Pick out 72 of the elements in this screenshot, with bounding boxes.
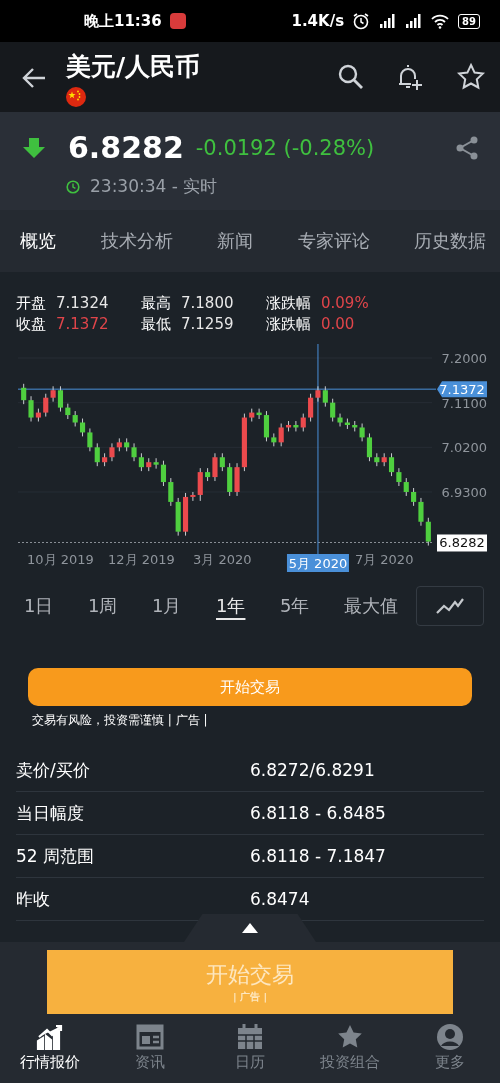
period-tab[interactable]: 1日 xyxy=(24,590,88,622)
axis-label: 7.2000 xyxy=(441,351,487,366)
stat-label: 涨跌幅 xyxy=(266,315,311,334)
tab[interactable]: 专家评论 xyxy=(295,221,372,261)
axis-label: 7月 2020 xyxy=(354,552,414,567)
period-tab[interactable]: 1周 xyxy=(88,590,152,622)
caret-up-icon xyxy=(242,923,258,933)
period-tab[interactable]: 1年 xyxy=(216,590,280,622)
star-icon[interactable] xyxy=(456,62,486,92)
axis-label: 6.9300 xyxy=(441,484,487,500)
chart-icon xyxy=(36,1023,64,1051)
stat-value: 7.1259 xyxy=(181,315,234,334)
stat-label: 昨收 xyxy=(16,887,51,911)
clock-icon xyxy=(66,179,80,194)
price-change: -0.0192 (-0.28%) xyxy=(195,135,375,160)
nav-tab[interactable]: 日历 xyxy=(200,1022,300,1073)
stat-value: 6.8272/6.8291 xyxy=(250,760,375,780)
axis-label: 12月 2019 xyxy=(108,552,175,567)
period-tab[interactable]: 1月 xyxy=(152,590,216,622)
axis-label: 7.1100 xyxy=(441,395,487,411)
signal-icon xyxy=(378,12,397,30)
stat-label: 卖价/买价 xyxy=(16,758,91,782)
disclaimer: 交易有风险，投资需谨慎 | 广告 | xyxy=(32,712,209,729)
period-tab[interactable]: 最大值 xyxy=(344,590,408,622)
news-icon xyxy=(136,1023,164,1051)
date-tag: 5月 2020 xyxy=(286,554,349,572)
tab[interactable]: 新闻 xyxy=(215,221,255,261)
stat-value: 0.09% xyxy=(321,294,369,313)
stat-value: 6.8118 - 6.8485 xyxy=(250,803,386,823)
stat-label: 开盘 xyxy=(16,294,46,313)
axis-label: 10月 2019 xyxy=(27,552,94,567)
stat-label: 涨跌幅 xyxy=(266,294,311,313)
profile-icon xyxy=(436,1023,464,1051)
stat-value: 7.1324 xyxy=(56,294,109,313)
app-icon xyxy=(169,13,186,29)
stat-value: 6.8474 xyxy=(250,889,310,909)
clock-time: 晚上11:36 xyxy=(84,11,162,31)
stat-value: 7.1800 xyxy=(181,294,234,313)
line-chart-icon xyxy=(435,596,465,616)
nav-tab[interactable]: 资讯 xyxy=(100,1022,200,1073)
network-speed: 1.4K/s xyxy=(291,12,345,30)
calendar-icon xyxy=(236,1023,264,1051)
price-tag: 6.8282 xyxy=(437,534,487,552)
stat-value: 0.00 xyxy=(321,315,355,334)
price-value: 6.8282 xyxy=(68,130,184,165)
wifi-icon xyxy=(430,12,451,30)
quote-time: 23:30:34 - 实时 xyxy=(90,175,218,198)
signal-icon xyxy=(404,12,423,30)
nav-tab[interactable]: 行情报价 xyxy=(0,1022,100,1073)
alarm-icon xyxy=(352,12,371,30)
tab[interactable]: 历史数据 xyxy=(412,221,488,261)
tab[interactable]: 技术分析 xyxy=(98,221,175,261)
axis-label: 3月 2020 xyxy=(193,552,252,567)
nav-tab[interactable]: 更多 xyxy=(400,1022,500,1073)
stat-value: 6.8118 - 7.1847 xyxy=(250,846,386,866)
battery-level: 89 xyxy=(458,13,480,29)
ad-title: 开始交易 xyxy=(206,961,294,989)
stat-label: 最高 xyxy=(141,294,171,313)
stat-label: 收盘 xyxy=(16,315,46,334)
flag-icon xyxy=(66,87,86,107)
share-icon[interactable] xyxy=(454,134,480,161)
period-tab[interactable]: 5年 xyxy=(280,590,344,622)
price-tag: 7.1372 xyxy=(437,381,487,398)
stat-value: 7.1372 xyxy=(56,315,109,334)
chart-type-button[interactable] xyxy=(416,586,484,626)
axis-label: 7.0200 xyxy=(441,440,487,456)
nav-tab[interactable]: 投资组合 xyxy=(300,1022,400,1073)
stat-label: 52 周范围 xyxy=(16,844,96,868)
page-title: 美元/人民币 xyxy=(66,51,202,83)
ad-tag: | 广告 | xyxy=(232,990,268,1004)
stat-label: 当日幅度 xyxy=(16,801,85,825)
stat-label: 最低 xyxy=(141,315,171,334)
